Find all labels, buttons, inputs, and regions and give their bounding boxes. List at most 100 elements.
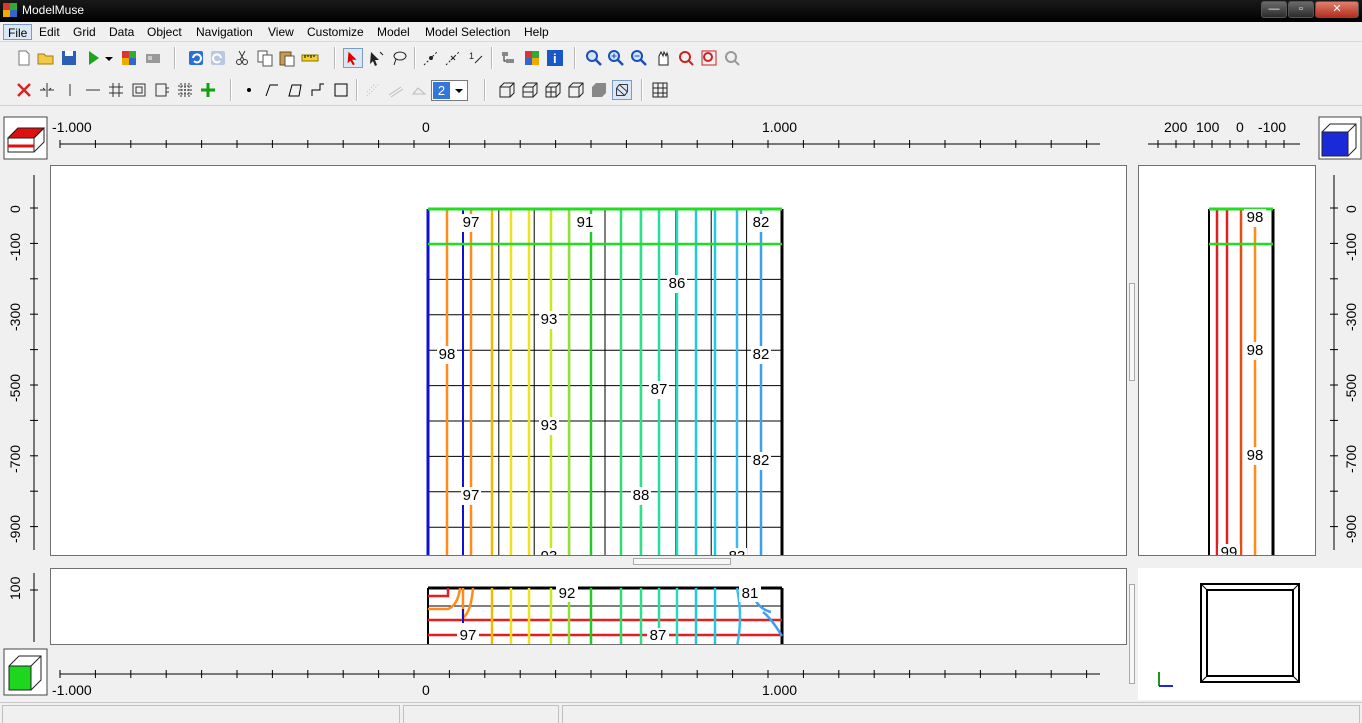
contour-shape-icon[interactable] (409, 80, 429, 100)
close-button[interactable]: ✕ (1315, 1, 1359, 18)
add-icon[interactable] (198, 80, 218, 100)
select-icon[interactable] (343, 48, 363, 68)
side-view-cube-icon (1318, 116, 1362, 160)
select-vertex-icon[interactable] (366, 48, 386, 68)
zoom-extents-icon[interactable] (676, 48, 696, 68)
redo-icon[interactable] (208, 48, 228, 68)
menu-customize[interactable]: Customize (303, 24, 368, 40)
cube-wire-icon[interactable] (612, 80, 632, 100)
toolbar-separator (334, 47, 336, 69)
layer-select[interactable]: 2 (431, 80, 468, 101)
object-list-icon[interactable] (498, 48, 518, 68)
rectangle-object-icon[interactable] (331, 80, 351, 100)
menu-model-selection[interactable]: Model Selection (421, 24, 514, 40)
contour-label: 83 (729, 548, 746, 556)
horizontal-splitter[interactable] (50, 556, 1127, 568)
status-pane-coordinates (2, 705, 400, 723)
front-view-cube-icon (3, 648, 48, 696)
splitter-grip[interactable] (1129, 283, 1135, 381)
layer-select-value: 2 (433, 82, 450, 99)
contour-label: 92 (559, 585, 576, 602)
grid-lines-icon[interactable] (106, 80, 126, 100)
copy-icon[interactable] (255, 48, 275, 68)
straight-line-object-icon[interactable] (308, 80, 328, 100)
run-icon[interactable] (84, 48, 104, 68)
pan-icon[interactable] (653, 48, 673, 68)
grid-generate-icon[interactable] (175, 80, 195, 100)
toolbar-separator (414, 47, 416, 69)
delete-icon[interactable] (14, 80, 34, 100)
save-icon[interactable] (59, 48, 79, 68)
paste-icon[interactable] (277, 48, 297, 68)
add-point-icon[interactable] (421, 48, 441, 68)
maximize-button[interactable]: ▫ (1288, 1, 1314, 18)
vertex-number-icon[interactable]: 1 (466, 48, 486, 68)
contour-lines-icon[interactable] (386, 80, 406, 100)
point-object-icon[interactable] (239, 80, 259, 100)
grid-refine-icon[interactable] (152, 80, 172, 100)
split-icon[interactable] (37, 80, 57, 100)
vertical-line-icon[interactable] (60, 80, 80, 100)
cube-side-icon[interactable] (543, 80, 563, 100)
open-icon[interactable] (36, 48, 56, 68)
contour-label: 93 (541, 417, 558, 434)
top-view-canvas[interactable]: 97 91 82 86 93 98 82 87 93 82 97 88 93 83 (51, 166, 1127, 556)
menu-help[interactable]: Help (520, 24, 553, 40)
zoom-out-icon[interactable] (629, 48, 649, 68)
measure-icon[interactable] (300, 48, 320, 68)
ruler-label: -700 (1343, 445, 1359, 473)
minimize-button[interactable]: — (1261, 1, 1287, 18)
grid-cell-icon[interactable] (129, 80, 149, 100)
vertical-splitter[interactable] (1127, 165, 1138, 556)
ruler-label: -100 (7, 233, 23, 261)
toolbar-separator (174, 47, 176, 69)
contour-line (461, 587, 475, 621)
delete-point-icon[interactable] (443, 48, 463, 68)
lasso-icon[interactable] (389, 48, 409, 68)
menu-edit[interactable]: Edit (35, 24, 64, 40)
3d-view-panel[interactable] (1138, 568, 1362, 700)
polygon-object-icon[interactable] (285, 80, 305, 100)
zoom-previous-icon[interactable] (699, 48, 719, 68)
menu-data[interactable]: Data (105, 24, 138, 40)
ruler-label: -500 (1343, 374, 1359, 402)
ruler-label: 0 (1236, 119, 1244, 135)
contour-label: 97 (463, 487, 480, 504)
menu-view[interactable]: View (264, 24, 298, 40)
ruler-label: 100 (7, 576, 23, 600)
front-view-panel[interactable]: 92 81 97 87 (50, 568, 1127, 645)
contour-label: 97 (460, 627, 477, 644)
cut-icon[interactable] (232, 48, 252, 68)
menu-navigation[interactable]: Navigation (192, 24, 257, 40)
color-grid-icon[interactable] (522, 48, 542, 68)
menu-file[interactable]: File (3, 24, 33, 40)
splitter-grip[interactable] (633, 558, 731, 565)
cube-solid-icon[interactable] (589, 80, 609, 100)
horizontal-line-icon[interactable] (83, 80, 103, 100)
run-dropdown-icon[interactable] (104, 48, 114, 68)
new-icon[interactable] (14, 48, 34, 68)
title-bar: ModelMuse — ▫ ✕ (0, 0, 1362, 22)
menu-grid[interactable]: Grid (69, 24, 100, 40)
3d-view-canvas[interactable] (1138, 568, 1362, 700)
top-view-cube-icon (3, 116, 48, 160)
info-icon[interactable]: i (545, 48, 565, 68)
cube-front-icon[interactable] (497, 80, 517, 100)
menu-object[interactable]: Object (143, 24, 186, 40)
undo-icon[interactable] (186, 48, 206, 68)
side-view-panel[interactable]: 98 98 98 99 (1138, 165, 1316, 556)
top-view-panel[interactable]: 97 91 82 86 93 98 82 87 93 82 97 88 93 83 (50, 165, 1127, 556)
cube-top-icon[interactable] (520, 80, 540, 100)
export-icon[interactable] (143, 48, 163, 68)
import-icon[interactable] (119, 48, 139, 68)
front-view-canvas[interactable]: 92 81 97 87 (51, 569, 1127, 645)
zoom-in-icon[interactable] (606, 48, 626, 68)
contour-dots-icon[interactable] (363, 80, 383, 100)
menu-model[interactable]: Model (373, 24, 414, 40)
zoom-next-icon[interactable] (722, 48, 742, 68)
table-icon[interactable] (650, 80, 670, 100)
side-view-canvas[interactable]: 98 98 98 99 (1139, 166, 1316, 556)
line-object-icon[interactable] (262, 80, 282, 100)
zoom-icon[interactable] (584, 48, 604, 68)
cube-3d-icon[interactable] (566, 80, 586, 100)
